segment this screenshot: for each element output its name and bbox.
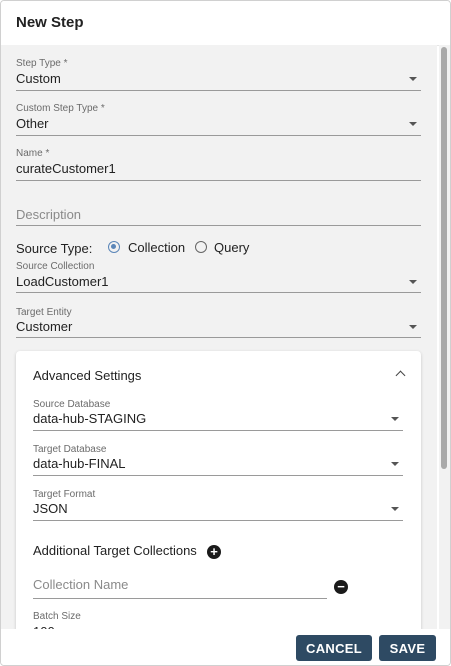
save-button[interactable]: SAVE [379, 635, 436, 661]
additional-collections-label: Additional Target Collections [33, 543, 197, 558]
step-type-value: Custom [16, 71, 61, 86]
step-type-label: Step Type * [16, 58, 68, 69]
dialog-footer: CANCEL SAVE [1, 629, 450, 665]
dialog-header: New Step [1, 1, 450, 46]
collection-name-input[interactable]: Collection Name [33, 577, 327, 599]
description-underline [16, 225, 421, 226]
target-entity-underline [16, 337, 421, 338]
target-entity-label: Target Entity [16, 307, 72, 318]
custom-step-type-underline [16, 135, 421, 136]
caret-down-icon [391, 417, 399, 421]
new-step-dialog: New Step Step Type * Custom Custom Step … [0, 0, 451, 666]
description-placeholder: Description [16, 207, 82, 222]
target-format-select[interactable]: Target Format JSON [33, 489, 403, 522]
source-database-label: Source Database [33, 399, 111, 410]
step-type-underline [16, 90, 421, 91]
source-database-select[interactable]: Source Database data-hub-STAGING [33, 399, 403, 432]
source-type-collection-label[interactable]: Collection [128, 240, 185, 255]
target-database-select[interactable]: Target Database data-hub-FINAL [33, 444, 403, 477]
collection-name-placeholder: Collection Name [33, 577, 129, 592]
target-format-underline [33, 520, 403, 521]
batch-size-field[interactable]: Batch Size 100 [33, 611, 403, 629]
custom-step-type-value: Other [16, 116, 49, 131]
caret-down-icon [409, 77, 417, 81]
collection-name-underline [33, 598, 327, 599]
source-collection-label: Source Collection [16, 261, 95, 272]
source-database-value: data-hub-STAGING [33, 411, 147, 426]
name-underline [16, 180, 421, 181]
source-type-label: Source Type: [16, 241, 93, 256]
target-format-value: JSON [33, 501, 68, 516]
description-field[interactable]: Description [16, 207, 421, 227]
advanced-settings-panel: Advanced Settings Source Database data-h… [16, 351, 421, 629]
caret-down-icon [391, 462, 399, 466]
target-format-label: Target Format [33, 489, 96, 500]
source-type-query-radio[interactable] [195, 241, 207, 253]
step-type-select[interactable]: Step Type * Custom [16, 58, 421, 92]
name-value: curateCustomer1 [16, 161, 116, 176]
caret-down-icon [409, 280, 417, 284]
cancel-button[interactable]: CANCEL [296, 635, 372, 661]
target-database-value: data-hub-FINAL [33, 456, 126, 471]
minus-circle-icon[interactable]: − [334, 580, 348, 594]
target-entity-select[interactable]: Target Entity Customer [16, 307, 421, 339]
target-entity-value: Customer [16, 319, 73, 334]
source-collection-select[interactable]: Source Collection LoadCustomer1 [16, 261, 421, 293]
batch-size-label: Batch Size [33, 611, 81, 622]
dialog-title: New Step [16, 14, 84, 31]
source-type-group: Source Type: Collection Query [16, 240, 316, 258]
plus-circle-icon[interactable]: + [207, 545, 221, 559]
chevron-up-icon[interactable] [395, 370, 406, 381]
source-type-query-label[interactable]: Query [214, 240, 249, 255]
target-database-label: Target Database [33, 444, 107, 455]
name-label: Name * [16, 148, 50, 159]
caret-down-icon [409, 122, 417, 126]
source-type-collection-radio[interactable] [108, 241, 120, 253]
name-field[interactable]: Name * curateCustomer1 [16, 148, 421, 182]
caret-down-icon [409, 325, 417, 329]
scrollbar-thumb[interactable] [441, 47, 447, 469]
dialog-body: Step Type * Custom Custom Step Type * Ot… [1, 45, 437, 629]
source-database-underline [33, 430, 403, 431]
custom-step-type-select[interactable]: Custom Step Type * Other [16, 103, 421, 137]
source-collection-value: LoadCustomer1 [16, 274, 109, 289]
caret-down-icon [391, 507, 399, 511]
source-collection-underline [16, 292, 421, 293]
target-database-underline [33, 475, 403, 476]
vertical-scrollbar[interactable] [439, 45, 450, 629]
advanced-settings-title[interactable]: Advanced Settings [33, 368, 141, 383]
custom-step-type-label: Custom Step Type * [16, 103, 105, 114]
